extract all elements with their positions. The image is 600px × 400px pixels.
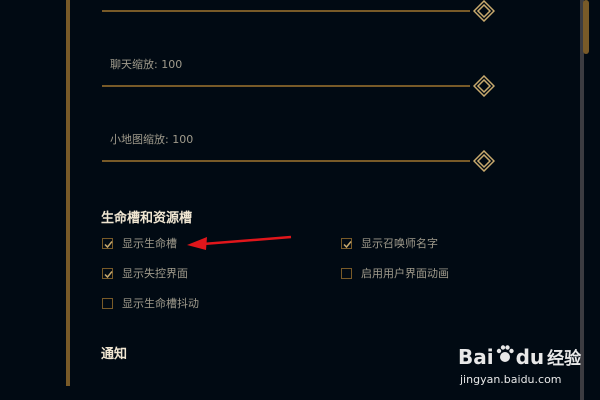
slider-track[interactable] <box>102 160 470 162</box>
checkmark-icon <box>104 270 113 278</box>
slider-diamond-knob-icon[interactable] <box>472 74 496 98</box>
checkbox-box[interactable] <box>341 237 352 249</box>
baidu-logo: Bai du 经验 <box>458 344 582 370</box>
slider-track[interactable] <box>102 10 470 12</box>
red-arrow-annotation-icon <box>187 235 292 250</box>
checkbox-enable-ui-animation[interactable]: 启用用户界面动画 <box>341 265 449 281</box>
checkbox-label: 显示生命槽 <box>122 237 177 250</box>
chat-scale-slider[interactable] <box>102 74 496 98</box>
baidu-jingyan-watermark: Bai du 经验 jingyan.baidu.com <box>458 344 590 394</box>
slider-diamond-knob-icon[interactable] <box>472 0 496 23</box>
checkbox-box[interactable] <box>102 237 113 249</box>
checkbox-box[interactable] <box>102 297 113 309</box>
notifications-section-title: 通知 <box>101 347 128 362</box>
checkmark-icon <box>343 240 352 248</box>
health-section-title: 生命槽和资源槽 <box>101 211 193 226</box>
checkbox-show-health-bar[interactable]: 显示生命槽 <box>102 235 177 251</box>
slider-diamond-knob-icon[interactable] <box>472 149 496 173</box>
minimap-scale-slider[interactable] <box>102 149 496 173</box>
checkbox-show-cc-ui[interactable]: 显示失控界面 <box>102 265 188 281</box>
chat-scale-label: 聊天缩放: 100 <box>110 58 183 71</box>
checkbox-box[interactable] <box>102 267 113 279</box>
panel-left-border <box>66 0 70 386</box>
slider-top[interactable] <box>102 0 496 23</box>
checkbox-label: 显示失控界面 <box>122 267 188 280</box>
checkbox-label: 启用用户界面动画 <box>361 267 449 280</box>
checkbox-show-summoner-name[interactable]: 显示召唤师名字 <box>341 235 438 251</box>
minimap-scale-label: 小地图缩放: 100 <box>110 133 194 146</box>
checkbox-health-bar-shake[interactable]: 显示生命槽抖动 <box>102 295 199 311</box>
slider-track[interactable] <box>102 85 470 87</box>
paw-icon <box>495 344 515 369</box>
scrollbar-track[interactable] <box>580 0 584 400</box>
checkbox-label: 显示召唤师名字 <box>361 237 438 250</box>
checkbox-label: 显示生命槽抖动 <box>122 297 199 310</box>
checkmark-icon <box>104 240 113 248</box>
checkbox-box[interactable] <box>341 267 352 279</box>
scrollbar-thumb[interactable] <box>583 0 589 54</box>
watermark-url: jingyan.baidu.com <box>460 373 562 386</box>
